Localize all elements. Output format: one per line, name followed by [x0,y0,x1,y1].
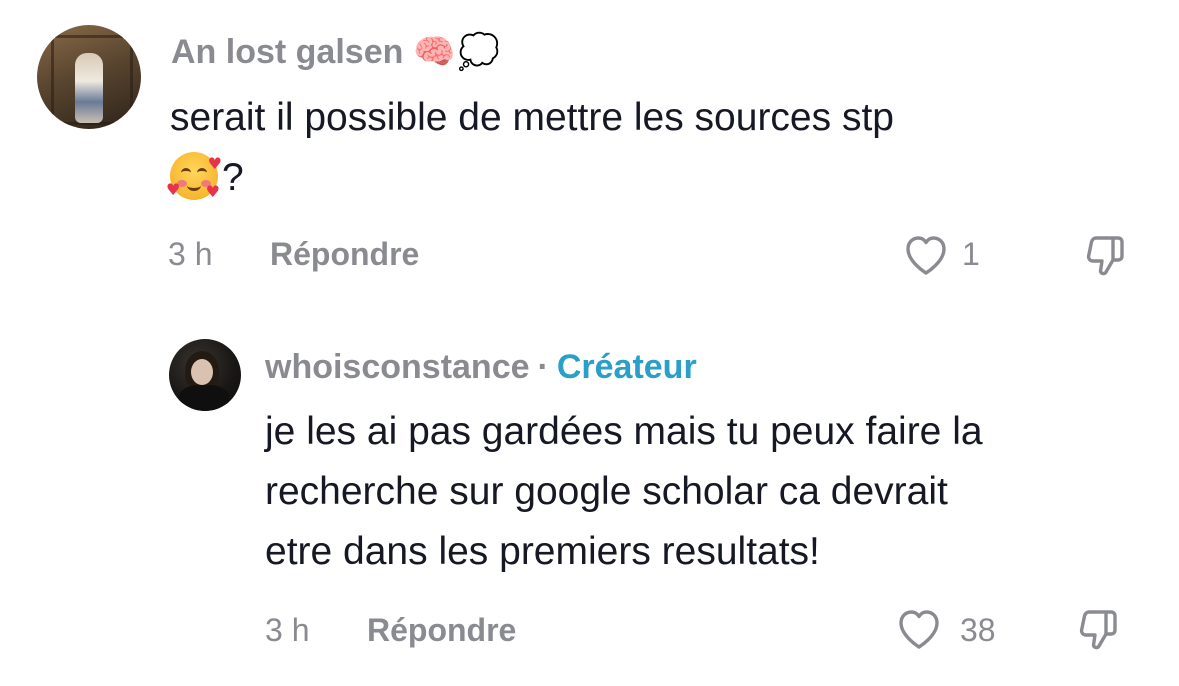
avatar-photo-face [191,359,213,385]
dislike-icon[interactable] [1082,232,1130,280]
avatar[interactable] [169,339,241,411]
like-count: 1 [962,236,980,272]
comment-text: serait il possible de mettre les sources… [166,88,894,208]
creator-badge: Créateur [556,347,697,386]
thought-bubble-icon: 💭 [457,32,501,72]
avatar[interactable] [37,25,141,129]
comment-text-line: je les ai pas gardées mais tu peux faire… [265,410,983,453]
smiling-face-with-hearts-icon: ♥ ♥ ♥ [166,152,222,201]
comment-text-line: serait il possible de mettre les sources… [170,96,894,139]
reply-button[interactable]: Répondre [270,236,419,273]
comment-text-line: recherche sur google scholar ca devrait [265,470,948,513]
heart-icon[interactable] [902,232,950,280]
separator-dot: · [537,347,549,386]
comment-timestamp: 3 h [265,612,310,648]
comment: An lost galsen 🧠 💭 serait il possible de… [0,0,1179,320]
comment-author[interactable]: An lost galsen 🧠 💭 [171,30,500,74]
comment-text: je les ai pas gardées mais tu peux faire… [265,402,983,582]
like-count: 38 [960,612,996,648]
comment-author[interactable]: whoisconstance · Créateur [265,345,697,389]
avatar-photo-body [179,385,229,411]
username-text: whoisconstance [265,347,530,386]
comment-text-line: ♥ ♥ ♥? [166,148,894,208]
comment-text-suffix: ? [222,156,244,199]
username-text: An lost galsen [171,32,404,71]
heart-icon[interactable] [895,606,943,654]
comment-text-line: etre dans les premiers resultats! [265,530,820,573]
avatar-photo-figure [75,53,103,123]
dislike-icon[interactable] [1075,606,1123,654]
reply-button[interactable]: Répondre [367,612,516,649]
comment-timestamp: 3 h [168,236,213,272]
brain-icon: 🧠 [413,32,456,72]
